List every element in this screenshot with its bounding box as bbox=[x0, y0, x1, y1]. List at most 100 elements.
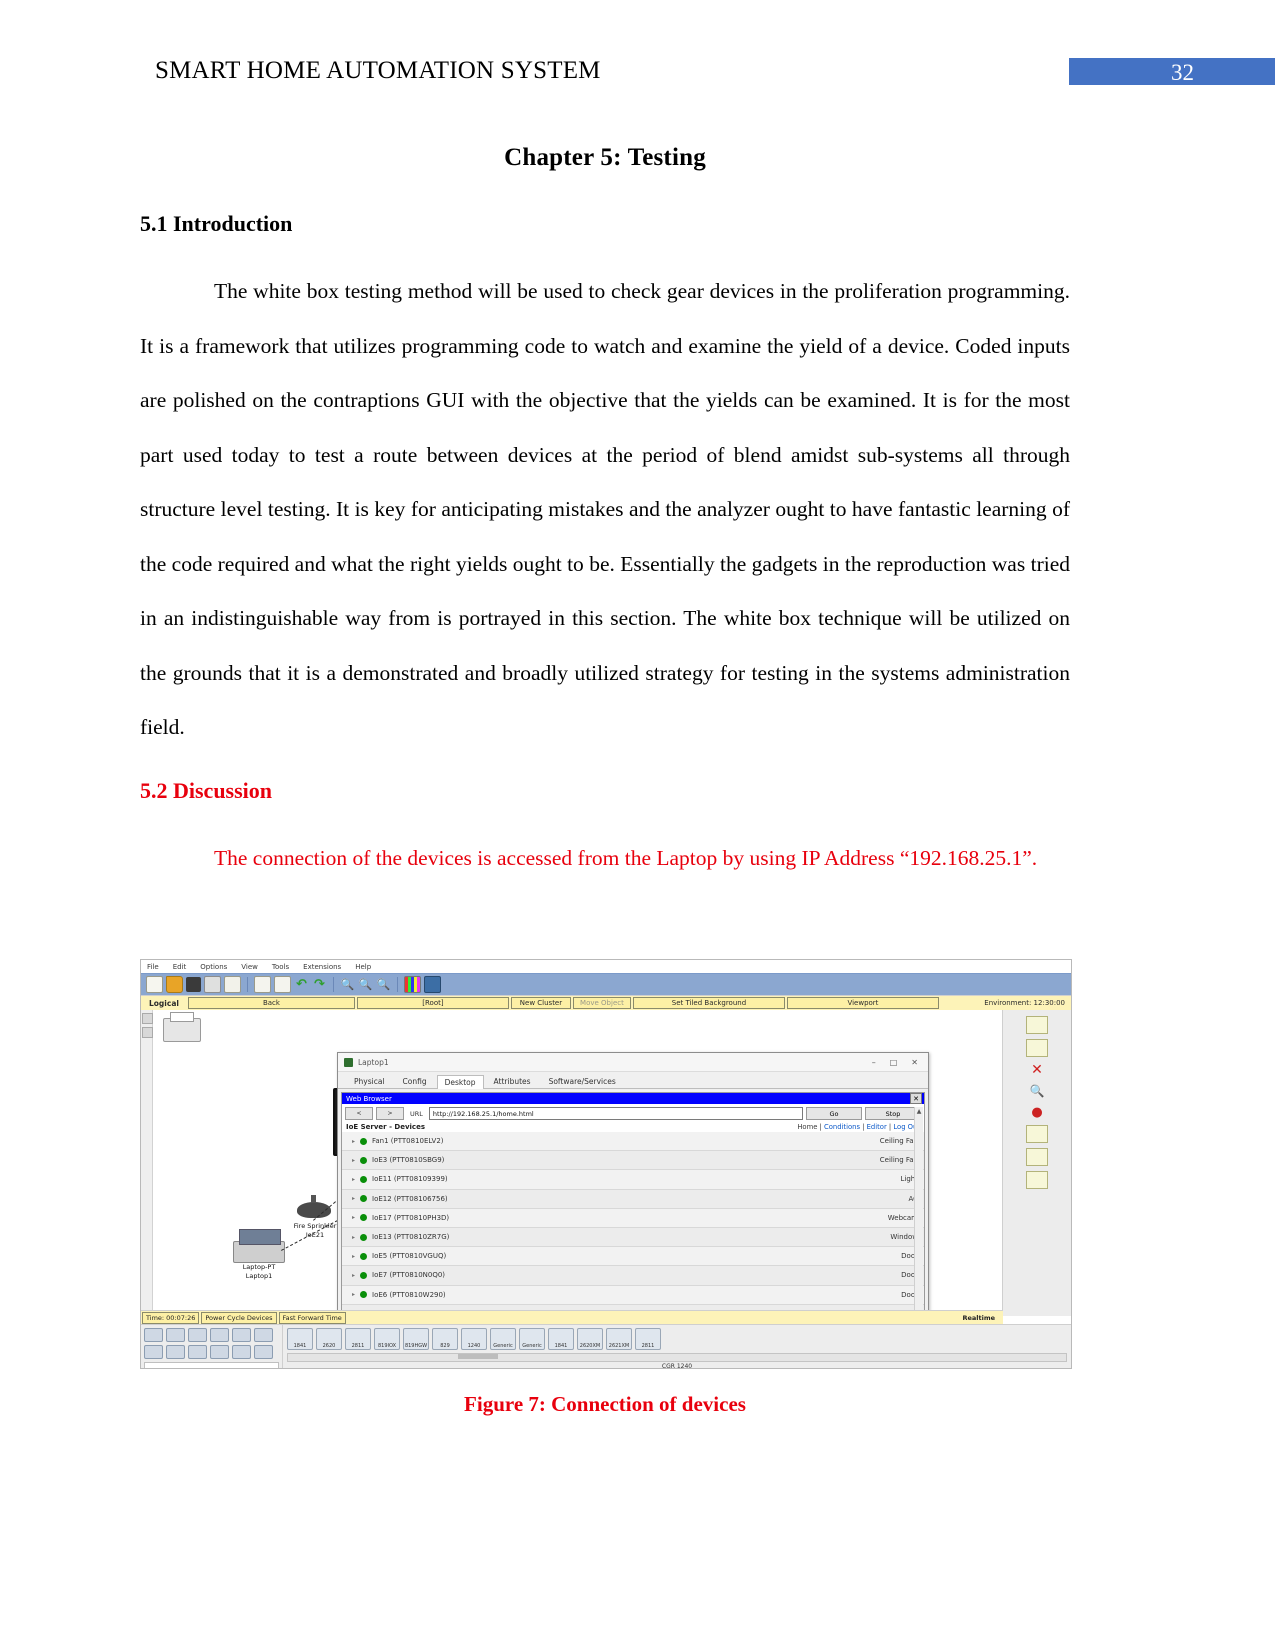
scrollbar-thumb[interactable] bbox=[458, 1354, 498, 1359]
delete-tool-icon[interactable]: ✕ bbox=[1027, 1062, 1047, 1078]
table-row[interactable]: ▸ IoE17 (PTT0810PH3D) Webcam bbox=[342, 1208, 924, 1228]
zoom-out-icon[interactable]: 🔍 bbox=[376, 977, 391, 992]
new-file-icon[interactable] bbox=[146, 976, 163, 993]
add-complex-pdu-icon[interactable] bbox=[1026, 1171, 1048, 1189]
menu-item-view[interactable]: View bbox=[241, 963, 258, 971]
redo-icon[interactable]: ↷ bbox=[312, 977, 327, 992]
table-row[interactable]: ▸ IoE12 (PTT08106756) AC bbox=[342, 1189, 924, 1209]
device-model-item[interactable]: 819HGW bbox=[403, 1328, 429, 1350]
go-button[interactable]: Go bbox=[806, 1107, 862, 1120]
expand-caret-icon[interactable]: ▸ bbox=[352, 1272, 360, 1279]
logical-canvas[interactable]: Fire Sprinkler IoE21 Laptop-PT Laptop1 L… bbox=[141, 1010, 1004, 1310]
draw-tool-icon[interactable] bbox=[1026, 1125, 1048, 1143]
nav-link-editor[interactable]: Editor bbox=[867, 1123, 887, 1131]
laptop-window-titlebar[interactable]: Laptop1 – □ ✕ bbox=[338, 1053, 928, 1072]
device-model-item[interactable]: 1841 bbox=[548, 1328, 574, 1350]
print-icon[interactable] bbox=[204, 976, 221, 993]
inspect-tool-icon[interactable]: 🔍 bbox=[1027, 1083, 1047, 1099]
expand-caret-icon[interactable]: ▸ bbox=[352, 1291, 360, 1298]
zoom-in-icon[interactable]: 🔍 bbox=[340, 977, 355, 992]
table-row[interactable]: ▸ IoE11 (PTT08109399) Light bbox=[342, 1170, 924, 1190]
tab-software-services[interactable]: Software/Services bbox=[541, 1074, 624, 1088]
paste-icon[interactable] bbox=[274, 976, 291, 993]
device-model-item[interactable]: 2620 bbox=[316, 1328, 342, 1350]
device-model-scrollbar[interactable] bbox=[287, 1353, 1067, 1362]
minimize-icon[interactable]: – bbox=[872, 1058, 876, 1067]
fast-forward-time-button[interactable]: Fast Forward Time bbox=[278, 1312, 346, 1324]
device-model-item[interactable]: 2620XM bbox=[577, 1328, 603, 1350]
device-model-item[interactable]: 1841 bbox=[287, 1328, 313, 1350]
expand-caret-icon[interactable]: ▸ bbox=[352, 1176, 360, 1183]
expand-caret-icon[interactable]: ▸ bbox=[352, 1157, 360, 1164]
table-row[interactable]: ▸ IoE5 (PTT0810VGUQ) Door bbox=[342, 1247, 924, 1267]
menu-item-edit[interactable]: Edit bbox=[173, 963, 187, 971]
expand-caret-icon[interactable]: ▸ bbox=[352, 1214, 360, 1221]
end-devices-icon[interactable] bbox=[232, 1328, 251, 1342]
undo-icon[interactable]: ↶ bbox=[294, 977, 309, 992]
device-model-item[interactable]: 2811 bbox=[635, 1328, 661, 1350]
device-model-item[interactable]: 829 bbox=[432, 1328, 458, 1350]
device-printer-icon[interactable] bbox=[163, 1012, 201, 1042]
note-tool-icon[interactable] bbox=[1026, 1039, 1048, 1057]
device-model-item[interactable]: 2621XM bbox=[606, 1328, 632, 1350]
menu-item-file[interactable]: File bbox=[147, 963, 159, 971]
hubs-icon[interactable] bbox=[166, 1345, 185, 1359]
edit-icon[interactable] bbox=[224, 976, 241, 993]
wan-emulation-icon[interactable] bbox=[144, 1345, 163, 1359]
device-model-item[interactable]: 1240 bbox=[461, 1328, 487, 1350]
switches-icon[interactable] bbox=[188, 1328, 207, 1342]
menu-item-tools[interactable]: Tools bbox=[272, 963, 289, 971]
select-tool-icon[interactable] bbox=[1026, 1016, 1048, 1034]
table-row[interactable]: ▸ IoE7 (PTT0810N0Q0) Door bbox=[342, 1266, 924, 1286]
tab-physical[interactable]: Physical bbox=[346, 1074, 393, 1088]
table-row[interactable]: ▸ IoE6 (PTT0810W290) Door bbox=[342, 1285, 924, 1305]
open-folder-icon[interactable] bbox=[166, 976, 183, 993]
resize-shape-icon[interactable]: ● bbox=[1027, 1104, 1047, 1120]
add-simple-pdu-icon[interactable] bbox=[1026, 1148, 1048, 1166]
menu-item-help[interactable]: Help bbox=[355, 963, 371, 971]
maximize-icon[interactable]: □ bbox=[890, 1058, 898, 1067]
network-icon[interactable] bbox=[424, 976, 441, 993]
tab-attributes[interactable]: Attributes bbox=[486, 1074, 539, 1088]
back-button[interactable]: Back bbox=[187, 997, 355, 1009]
network-devices-icon[interactable] bbox=[144, 1328, 163, 1342]
menu-item-options[interactable]: Options bbox=[200, 963, 227, 971]
wireless-devices-icon[interactable] bbox=[188, 1345, 207, 1359]
browser-scrollbar[interactable]: ▲ bbox=[914, 1107, 923, 1310]
url-input[interactable]: http://192.168.25.1/home.html bbox=[428, 1107, 803, 1120]
nav-link-conditions[interactable]: Conditions bbox=[824, 1123, 860, 1131]
device-laptop-icon[interactable] bbox=[233, 1229, 285, 1263]
root-button[interactable]: [Root] bbox=[356, 997, 509, 1009]
table-row[interactable]: ▸ IoE3 (PTT0810SBG9) Ceiling Fan bbox=[342, 1151, 924, 1171]
security-icon[interactable] bbox=[210, 1345, 229, 1359]
device-search-input[interactable] bbox=[144, 1362, 279, 1368]
expand-caret-icon[interactable]: ▸ bbox=[352, 1138, 360, 1145]
menu-item-extensions[interactable]: Extensions bbox=[303, 963, 341, 971]
set-tiled-background-button[interactable]: Set Tiled Background bbox=[632, 997, 785, 1009]
copy-icon[interactable] bbox=[254, 976, 271, 993]
expand-caret-icon[interactable]: ▸ bbox=[352, 1195, 360, 1202]
device-model-item[interactable]: 2811 bbox=[345, 1328, 371, 1350]
scroll-up-icon[interactable]: ▲ bbox=[915, 1107, 923, 1115]
connections-icon[interactable] bbox=[210, 1328, 229, 1342]
save-icon[interactable] bbox=[186, 977, 201, 992]
rail-icon[interactable] bbox=[142, 1013, 153, 1024]
move-object-button[interactable]: Move Object bbox=[572, 997, 631, 1009]
browser-back-button[interactable]: < bbox=[345, 1107, 373, 1120]
expand-caret-icon[interactable]: ▸ bbox=[352, 1234, 360, 1241]
browser-close-icon[interactable]: ✕ bbox=[910, 1093, 922, 1104]
browser-forward-button[interactable]: > bbox=[376, 1107, 404, 1120]
routers-icon[interactable] bbox=[166, 1328, 185, 1342]
components-icon[interactable] bbox=[254, 1328, 273, 1342]
new-cluster-button[interactable]: New Cluster bbox=[510, 997, 571, 1009]
multiuser-icon[interactable] bbox=[254, 1345, 273, 1359]
device-model-item[interactable]: 819IOX bbox=[374, 1328, 400, 1350]
table-row[interactable]: ▸ Fan1 (PTT0810ELV2) Ceiling Fan bbox=[342, 1132, 924, 1152]
rail-icon[interactable] bbox=[142, 1027, 153, 1038]
wan-icon[interactable] bbox=[232, 1345, 251, 1359]
viewport-button[interactable]: Viewport bbox=[786, 997, 939, 1009]
power-cycle-devices-button[interactable]: Power Cycle Devices bbox=[201, 1312, 277, 1324]
expand-caret-icon[interactable]: ▸ bbox=[352, 1253, 360, 1260]
close-icon[interactable]: ✕ bbox=[911, 1058, 918, 1067]
stop-button[interactable]: Stop bbox=[865, 1107, 921, 1120]
